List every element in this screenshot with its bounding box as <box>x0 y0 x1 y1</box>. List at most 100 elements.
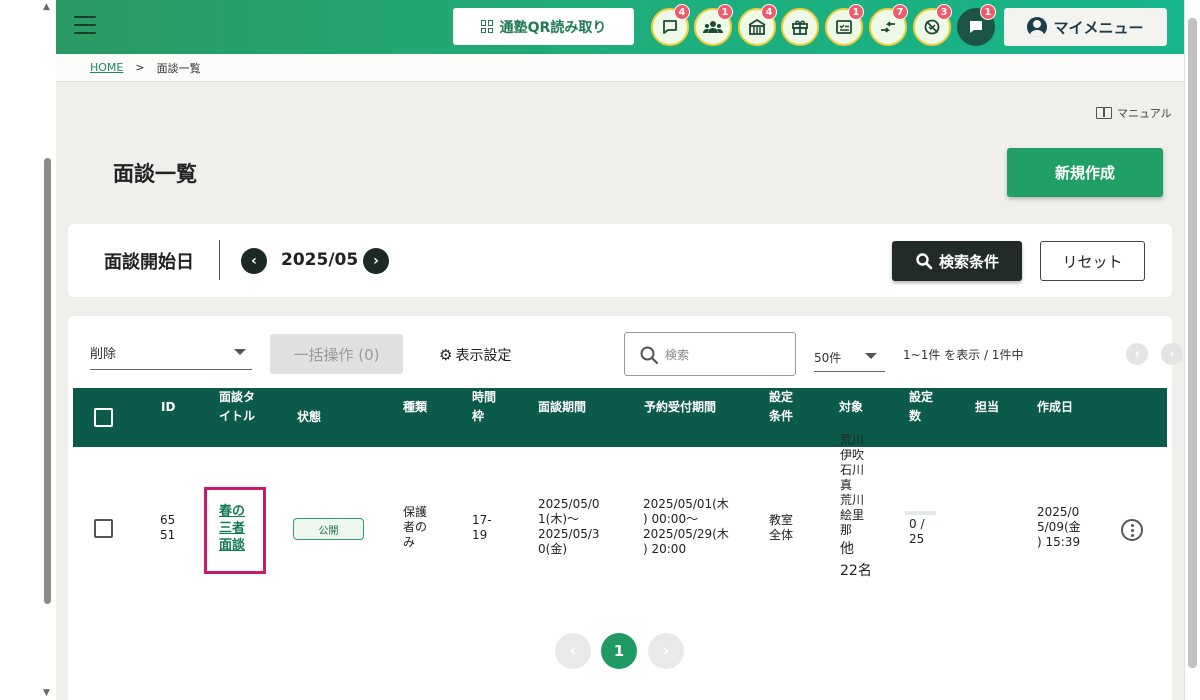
col-count-line2: 数 <box>909 409 922 423</box>
col-created[interactable]: 作成日 <box>1037 398 1073 417</box>
manual-label: マニュアル <box>1117 107 1172 120</box>
transfer-icon[interactable]: 7 <box>869 4 908 46</box>
created-line: 5/09(金 <box>1037 520 1081 534</box>
title-line: 春の <box>219 504 246 519</box>
no-attendance-icon[interactable]: 3 <box>913 4 952 46</box>
message-icon[interactable]: 4 <box>651 4 690 46</box>
col-owner[interactable]: 担当 <box>975 398 999 417</box>
more-options-icon[interactable] <box>1121 519 1143 541</box>
row-type: 保護 者の み <box>403 505 427 550</box>
search-field[interactable] <box>624 332 796 376</box>
period-line: 0(金) <box>538 542 567 556</box>
breadcrumb-home-link[interactable]: HOME <box>90 61 123 74</box>
bottom-prev-page-button[interactable]: ‹ <box>555 633 591 669</box>
gear-icon: ⚙ <box>439 346 453 364</box>
breadcrumb-current: 面談一覧 <box>156 61 201 75</box>
users-icon[interactable]: 1 <box>694 4 733 46</box>
app-window: 通塾QR読み取り 4 1 4 1 7 3 1 マイメニュー HOME > 面談一… <box>56 0 1184 700</box>
count-line: 25 <box>909 532 925 546</box>
school-icon[interactable]: 4 <box>738 4 777 46</box>
row-id: 65 51 <box>160 513 175 543</box>
row-created: 2025/0 5/09(金 ) 15:39 <box>1037 505 1081 550</box>
col-count[interactable]: 設定 数 <box>909 388 933 426</box>
col-title-line1: 面談タ <box>219 390 256 404</box>
prev-page-button[interactable]: ‹ <box>1126 343 1148 365</box>
qr-reader-label: 通塾QR読み取り <box>499 19 607 36</box>
search-conditions-button[interactable]: 検索条件 <box>892 241 1022 281</box>
bottom-next-page-button[interactable]: › <box>648 633 684 669</box>
period-line: 1(木)〜 <box>538 512 579 526</box>
checklist-icon[interactable]: 1 <box>825 4 864 46</box>
right-scrollbar[interactable] <box>1184 0 1200 700</box>
row-slot: 17- 19 <box>472 513 492 543</box>
chevron-left-icon: ‹ <box>251 253 257 269</box>
divider <box>219 240 220 280</box>
reset-button[interactable]: リセット <box>1040 241 1145 281</box>
period-line: 2025/05/0 <box>538 497 600 511</box>
notification-badge: 1 <box>848 4 864 20</box>
col-reservation[interactable]: 予約受付期間 <box>644 398 716 417</box>
col-condition-line1: 設定 <box>769 390 794 404</box>
page-number-button[interactable]: 1 <box>601 633 637 669</box>
scrollbar-thumb[interactable] <box>44 158 51 604</box>
row-count: 0 / 25 <box>909 517 925 547</box>
left-scrollbar[interactable]: ▲ ▼ <box>40 0 56 700</box>
row-condition: 教室 全体 <box>769 513 793 543</box>
chevron-right-icon: › <box>1169 346 1175 362</box>
col-status[interactable]: 状態 <box>297 408 321 427</box>
created-line: 2025/0 <box>1037 505 1080 519</box>
caret-down-icon <box>234 349 246 355</box>
notification-badge: 4 <box>761 4 777 20</box>
col-condition-line2: 条件 <box>769 409 794 423</box>
col-period[interactable]: 面談期間 <box>538 398 586 417</box>
col-title[interactable]: 面談タ イトル <box>219 388 255 426</box>
row-checkbox[interactable] <box>94 519 113 538</box>
count-line: 0 / <box>909 517 925 531</box>
table-row: 65 51 春の 三者 面談 公開 保護 者の み 17- 19 2025/05… <box>73 433 1167 617</box>
col-id[interactable]: ID <box>161 398 175 417</box>
target-line: 荒川 <box>840 493 865 507</box>
scroll-down-arrow-icon[interactable]: ▼ <box>43 688 50 698</box>
per-page-value: 50件 <box>814 351 842 365</box>
display-settings-button[interactable]: ⚙ 表示設定 <box>439 345 511 365</box>
search-conditions-label: 検索条件 <box>938 252 999 271</box>
chevron-left-icon: ‹ <box>569 641 577 661</box>
reservation-line: 2025/05/01(木 <box>643 497 729 511</box>
new-create-button[interactable]: 新規作成 <box>1007 148 1163 197</box>
next-month-button[interactable]: › <box>363 248 389 274</box>
my-menu-button[interactable]: マイメニュー <box>1004 8 1167 46</box>
col-count-line1: 設定 <box>909 390 934 404</box>
col-title-line2: イトル <box>219 409 256 423</box>
select-all-checkbox[interactable] <box>94 408 113 427</box>
top-header: 通塾QR読み取り 4 1 4 1 7 3 1 マイメニュー <box>56 0 1184 54</box>
search-input[interactable] <box>665 345 785 365</box>
created-line: ) 15:39 <box>1037 535 1081 549</box>
gift-icon[interactable] <box>781 8 819 46</box>
next-page-button[interactable]: › <box>1161 343 1183 365</box>
scroll-up-arrow-icon[interactable]: ▲ <box>43 2 50 12</box>
prev-month-button[interactable]: ‹ <box>241 248 267 274</box>
col-target[interactable]: 対象 <box>839 398 863 417</box>
target-line: 絵里 <box>840 508 865 522</box>
chat-icon[interactable]: 1 <box>957 4 996 46</box>
manual-link[interactable]: マニュアル <box>1096 105 1172 121</box>
per-page-select[interactable]: 50件 <box>814 340 885 372</box>
hamburger-menu-icon[interactable] <box>74 16 96 34</box>
interview-title-link[interactable]: 春の 三者 面談 <box>219 503 251 554</box>
col-condition[interactable]: 設定 条件 <box>769 388 793 426</box>
bulk-action-button[interactable]: 一括操作 (0) <box>270 334 403 374</box>
filter-card: 面談開始日 ‹ 2025/05 › 検索条件 リセット <box>68 224 1172 297</box>
qr-reader-button[interactable]: 通塾QR読み取り <box>453 8 634 45</box>
reservation-line: ) 00:00〜 <box>643 512 699 526</box>
count-progress-bar <box>905 511 936 515</box>
type-line: み <box>403 535 416 549</box>
notification-badge: 7 <box>892 4 908 20</box>
col-slot[interactable]: 時間 枠 <box>472 388 496 426</box>
scrollbar-thumb[interactable] <box>1188 18 1197 668</box>
col-type[interactable]: 種類 <box>403 398 427 417</box>
condition-line: 教室 <box>769 513 794 527</box>
chevron-left-icon: ‹ <box>1134 346 1140 362</box>
delete-select[interactable]: 削除 <box>90 336 252 370</box>
notification-badge: 3 <box>936 4 952 20</box>
notification-badge: 1 <box>717 4 733 20</box>
